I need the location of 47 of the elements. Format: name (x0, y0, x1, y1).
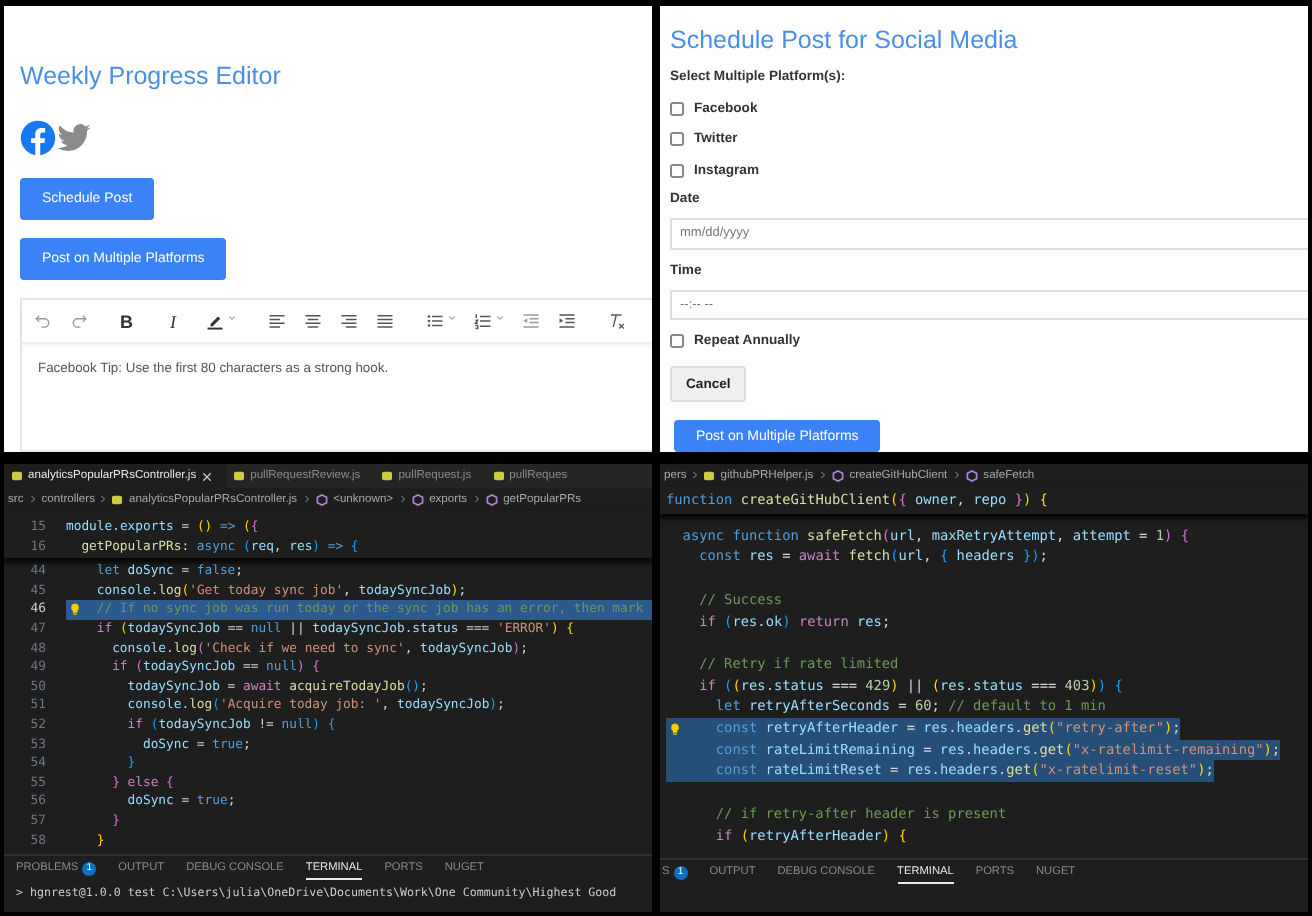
caret-icon (448, 313, 456, 321)
chevron-icon (399, 494, 406, 504)
justify-icon (376, 312, 394, 330)
chevron-icon (100, 494, 107, 504)
caret-icon (228, 313, 236, 321)
close-icon (202, 471, 213, 481)
redo-icon (70, 312, 88, 330)
outdent-icon (522, 312, 540, 330)
chevron-icon (473, 494, 480, 504)
chevron-icon (29, 494, 36, 504)
align-right-icon (340, 312, 358, 330)
file-icon (12, 470, 22, 482)
cube-icon (411, 493, 424, 505)
lightbulb-icon[interactable] (70, 602, 80, 617)
chevron-icon (303, 494, 310, 504)
bullet-list-icon (426, 312, 444, 330)
undo-icon (34, 312, 52, 330)
bold-button[interactable]: B (120, 307, 138, 335)
checkbox[interactable] (670, 132, 684, 147)
chevron-icon (692, 470, 699, 480)
cube-icon (485, 493, 498, 505)
file-icon (112, 493, 123, 505)
checkbox[interactable] (670, 163, 684, 178)
file-icon (382, 470, 393, 482)
checkbox[interactable] (670, 101, 684, 116)
page-title: Weekly Progress Editor (20, 60, 281, 92)
cube-icon (965, 469, 978, 481)
clear-format-icon (608, 312, 626, 330)
checkbox[interactable] (670, 334, 684, 349)
align-center-icon (304, 312, 322, 330)
caret-icon (496, 313, 504, 321)
facebook-icon[interactable] (20, 120, 56, 156)
indent-icon (558, 312, 576, 330)
file-icon (493, 470, 504, 482)
chevron-icon (819, 470, 826, 480)
lightbulb-icon[interactable] (670, 722, 680, 736)
cube-icon (315, 493, 328, 505)
form-title: Schedule Post for Social Media (670, 24, 1018, 56)
file-icon (234, 470, 245, 482)
italic-button[interactable]: I (170, 307, 188, 335)
highlight-color-icon (206, 312, 224, 330)
align-left-icon (268, 312, 286, 330)
chevron-icon (953, 470, 960, 480)
bird-icon[interactable] (56, 120, 92, 156)
cube-icon (831, 469, 844, 481)
numbered-list-icon (474, 312, 492, 330)
file-icon (704, 469, 715, 481)
